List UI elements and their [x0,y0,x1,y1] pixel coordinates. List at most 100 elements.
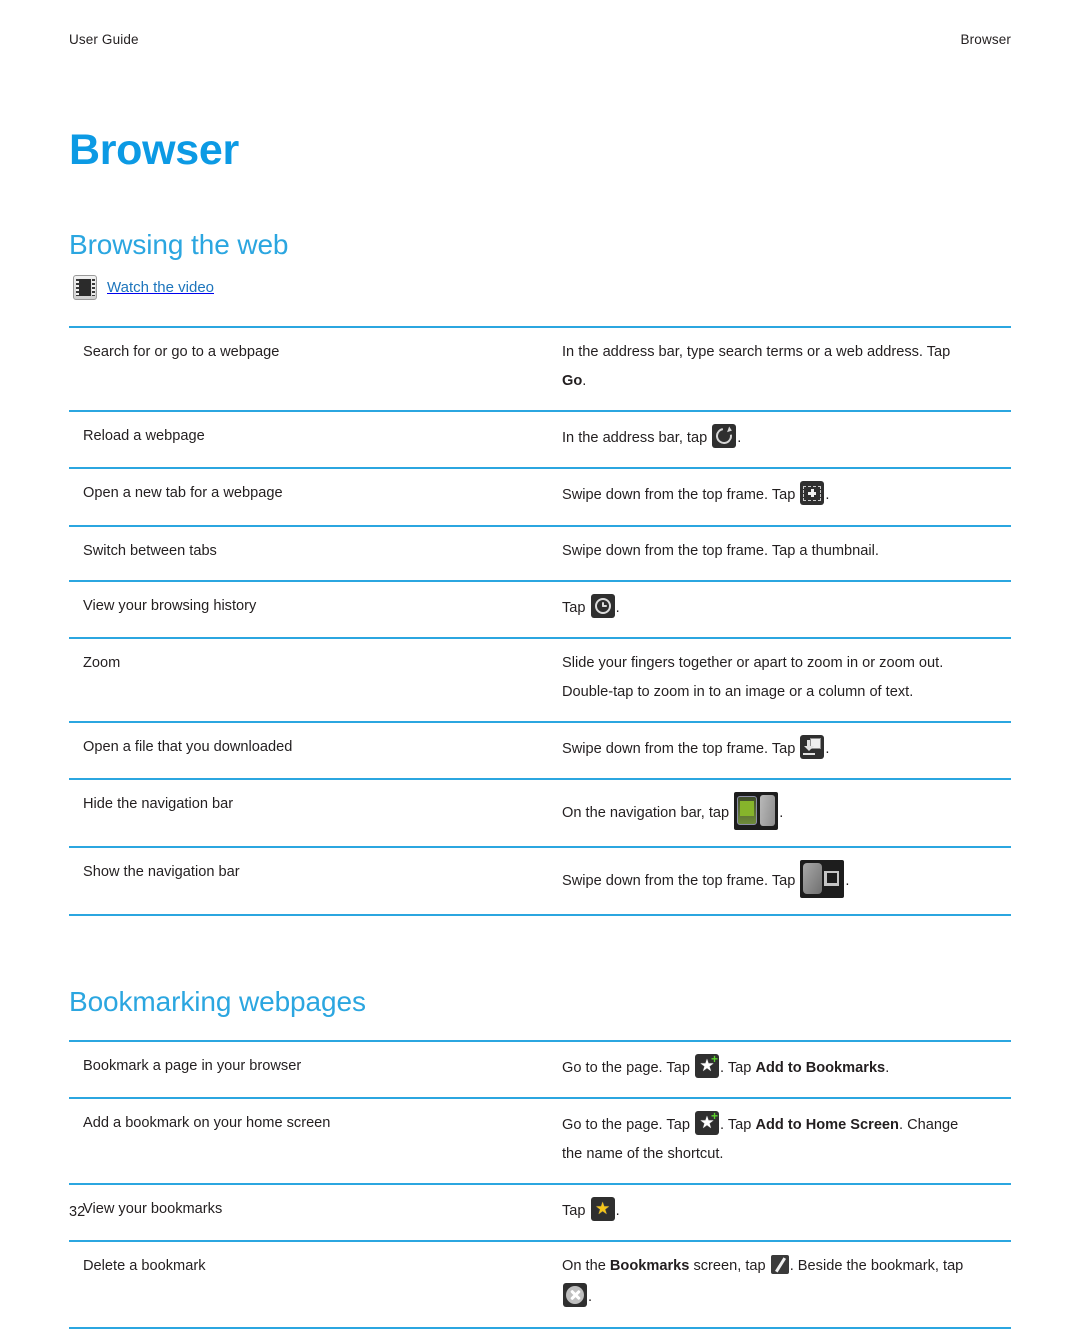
instruction-text: . Tap [720,1117,752,1134]
instruction-cell: Slide your fingers together or apart to … [562,636,1011,722]
instruction-text: Tap [562,599,586,616]
instruction-line: Slide your fingers together or apart to … [562,651,1001,676]
film-strip-icon [73,275,97,301]
instruction-text: . Change [898,1117,959,1134]
instruction-text: Swipe down from the top frame. Tap [562,740,796,757]
add-bookmark-star-icon: ★ + [695,1053,719,1078]
table-row: Open a file that you downloaded Swipe dow… [69,720,1011,779]
task-cell: Open a file that you downloaded [69,720,562,779]
table-row: View your bookmarks Tap ★. [69,1183,1011,1242]
instruction-text: . [779,804,784,821]
instruction-cell: Swipe down from the top frame. Tap a thu… [562,524,1011,581]
page-title: Browser [69,126,239,174]
add-bookmark-star-icon: ★ + [695,1110,719,1136]
instruction-line: Double-tap to zoom in to an image or a c… [562,680,1001,705]
table-row: View your browsing history Tap . [69,579,1011,638]
new-tab-icon [800,481,825,506]
instruction-line: Go. [562,369,1001,394]
show-navigation-bar-icon [800,859,845,898]
bookmarking-webpages-table: Bookmark a page in your browser Go to the… [69,1039,1011,1329]
history-clock-icon [590,593,615,618]
task-cell: Reload a webpage [69,410,562,469]
instruction-cell: Swipe down from the top frame. Tap . [562,845,1011,916]
instruction-line: Swipe down from the top frame. Tap . [562,481,1001,508]
instruction-text: . [588,1289,593,1306]
emphasis-text: Add to Bookmarks [755,1059,886,1076]
task-cell: Switch between tabs [69,524,562,581]
table-row: Switch between tabs Swipe down from the t… [69,524,1011,581]
table-row: Search for or go to a webpage In the addr… [69,326,1011,412]
table-row: Delete a bookmark On the Bookmarks screen… [69,1240,1011,1329]
downloads-icon [800,734,825,759]
instruction-cell: Tap ★. [562,1183,1011,1242]
task-cell: Add a bookmark on your home screen [69,1097,562,1185]
instruction-text: In the address bar, tap [562,430,708,447]
bookmarks-star-icon: ★ [590,1197,615,1222]
instruction-line: Tap . [562,593,1001,621]
table-row: Open a new tab for a webpage Swipe down f… [69,467,1011,526]
instruction-text: Swipe down from the top frame. Tap [562,872,796,889]
instruction-text: Go to the page. Tap [562,1117,690,1134]
instruction-text: Swipe down from the top frame. Tap [562,487,796,504]
table-row: Add a bookmark on your home screen Go to … [69,1097,1011,1185]
task-cell: Show the navigation bar [69,845,562,916]
instruction-line: . [562,1283,1001,1310]
instruction-line: the name of the shortcut. [562,1142,1001,1167]
watch-the-video-link[interactable]: Watch the video [73,275,1011,301]
page-number: 32 [69,1204,86,1220]
instruction-cell: Swipe down from the top frame. Tap . [562,467,1011,526]
instruction-text: . [825,740,830,757]
instruction-text: . [615,1203,620,1220]
instruction-text: Slide your fingers together or apart to … [562,654,944,671]
edit-pencil-icon [770,1255,789,1275]
instruction-text: Double-tap to zoom in to an image or a c… [562,683,914,700]
running-header: User Guide Browser [69,32,1011,47]
instruction-cell: Go to the page. Tap ★ +. Tap Add to Bookm… [562,1039,1011,1099]
task-cell: Search for or go to a webpage [69,326,562,412]
task-cell: Bookmark a page in your browser [69,1039,562,1099]
instruction-text: . [737,430,742,447]
document-content: Browser Browsing the web Watch the video… [69,126,1011,1329]
instruction-text: . Tap [720,1059,752,1076]
instruction-line: In the address bar, type search terms or… [562,340,1001,365]
instruction-text: screen, tap [693,1258,766,1275]
instruction-text: Swipe down from the top frame. Tap a thu… [562,542,879,559]
instruction-text: . [825,487,830,504]
emphasis-text: Bookmarks [609,1258,690,1275]
table-row: Hide the navigation bar On the navigation… [69,777,1011,847]
instruction-text: On the navigation bar, tap [562,804,730,821]
instruction-cell: On the navigation bar, tap . [562,777,1011,847]
delete-x-icon [563,1283,587,1308]
instruction-cell: Swipe down from the top frame. Tap . [562,720,1011,779]
instruction-text: Go to the page. Tap [562,1059,690,1076]
instruction-line: Tap ★. [562,1197,1001,1224]
instruction-cell: Go to the page. Tap ★ +. Tap Add to Home … [562,1097,1011,1185]
instruction-text: Tap [562,1203,586,1220]
instruction-text: the name of the shortcut. [562,1146,724,1163]
instruction-cell: In the address bar, type search terms or… [562,326,1011,412]
task-cell: Hide the navigation bar [69,777,562,847]
instruction-line: Swipe down from the top frame. Tap a thu… [562,539,1001,564]
table-row: Show the navigation bar Swipe down from t… [69,845,1011,916]
instruction-line: On the navigation bar, tap . [562,791,1001,830]
instruction-line: Swipe down from the top frame. Tap . [562,734,1001,762]
document-page: User Guide Browser Browser Browsing the … [0,0,1080,1329]
instruction-text: . [885,1059,890,1076]
instruction-line: On the Bookmarks screen, tap . Beside th… [562,1254,1001,1279]
instruction-line: Go to the page. Tap ★ +. Tap Add to Bookm… [562,1053,1001,1081]
emphasis-text: Go [562,373,583,390]
watch-the-video-label: Watch the video [107,279,214,297]
section-heading-bookmarking-webpages: Bookmarking webpages [69,985,366,1017]
bookmarking-webpages-table-body: Bookmark a page in your browser Go to the… [69,1039,1011,1329]
instruction-text: . [615,599,620,616]
instruction-text: . [845,872,850,889]
instruction-text: . Beside the bookmark, tap [789,1258,964,1275]
section-heading-browsing-the-web: Browsing the web [69,229,289,261]
instruction-text: On the [562,1258,606,1275]
instruction-text: . [582,373,587,390]
reload-icon [712,424,737,449]
instruction-line: Swipe down from the top frame. Tap . [562,859,1001,898]
task-cell: View your bookmarks [69,1183,562,1242]
task-cell: Zoom [69,636,562,722]
instruction-cell: Tap . [562,579,1011,638]
